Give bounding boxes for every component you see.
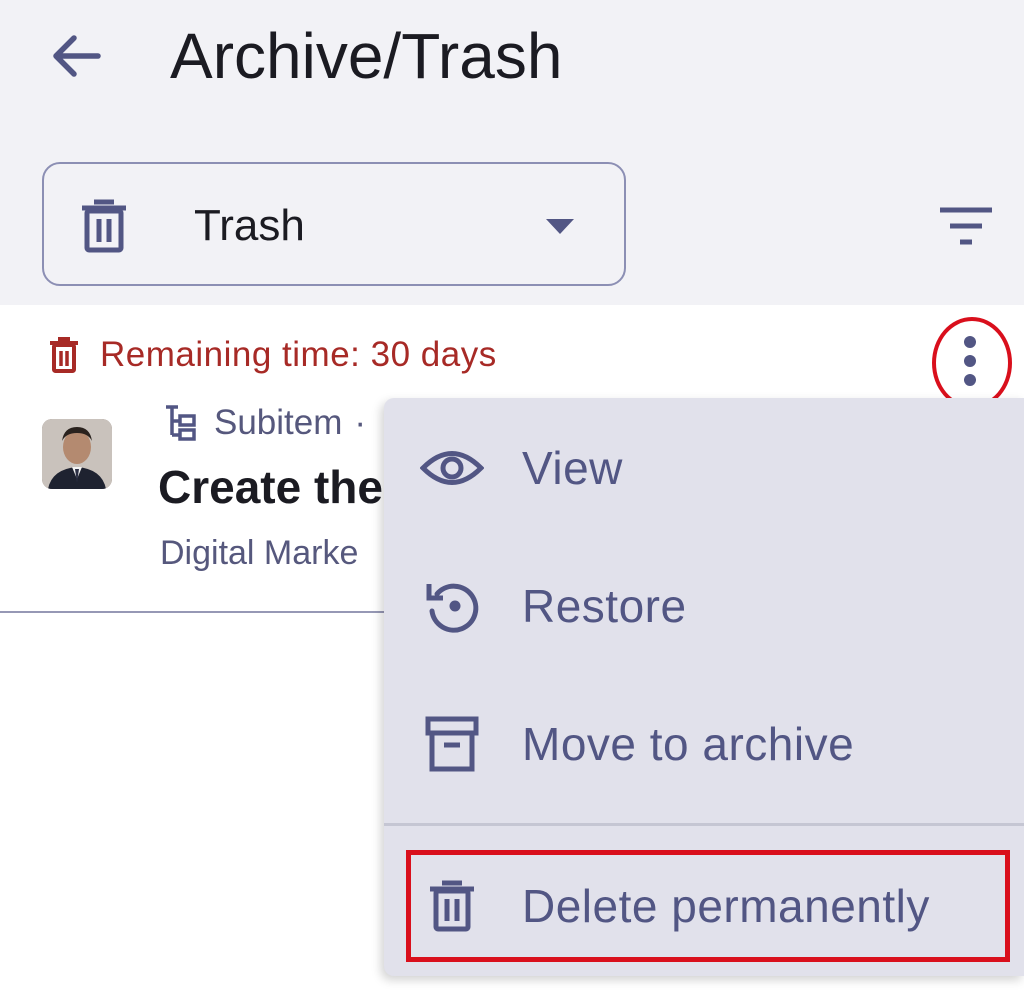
view-select-value: Trash <box>194 201 305 250</box>
menu-item-view[interactable]: View <box>384 400 1024 536</box>
highlight-box <box>406 850 1010 962</box>
remaining-time-label: Remaining time: 30 days <box>100 335 497 374</box>
item-title: Create the <box>158 461 383 513</box>
archive-icon <box>418 712 486 776</box>
view-select[interactable]: Trash <box>42 162 626 286</box>
meta-separator: · <box>354 403 367 442</box>
avatar-photo <box>42 419 112 489</box>
subitem-label: Subitem <box>214 403 343 442</box>
item-meta: Subitem · <box>162 401 366 445</box>
menu-divider <box>384 823 1024 826</box>
more-options-button[interactable] <box>932 317 1012 409</box>
trash-icon <box>50 337 78 373</box>
caret-down-icon <box>546 219 574 234</box>
avatar <box>42 419 112 489</box>
menu-item-label: View <box>522 442 623 494</box>
menu-item-label: Restore <box>522 580 687 632</box>
subitem-icon <box>166 405 196 441</box>
highlight-circle <box>932 317 1012 409</box>
arrow-left-icon <box>53 35 101 77</box>
filter-button[interactable] <box>930 196 1002 256</box>
menu-item-label: Move to archive <box>522 718 855 770</box>
page-title: Archive/Trash <box>170 20 563 92</box>
context-menu: View Restore Move to archive Delete perm… <box>384 398 1024 976</box>
item-board-name: Digital Marke <box>160 534 359 572</box>
trash-icon <box>82 199 126 253</box>
eye-icon <box>418 436 486 500</box>
menu-item-restore[interactable]: Restore <box>384 538 1024 674</box>
remaining-time: Remaining time: 30 days <box>48 333 497 377</box>
back-button[interactable] <box>40 20 112 92</box>
menu-item-move-to-archive[interactable]: Move to archive <box>384 676 1024 812</box>
app-header: Archive/Trash Trash <box>0 0 1024 305</box>
restore-icon <box>418 574 486 638</box>
filter-icon <box>940 207 992 245</box>
